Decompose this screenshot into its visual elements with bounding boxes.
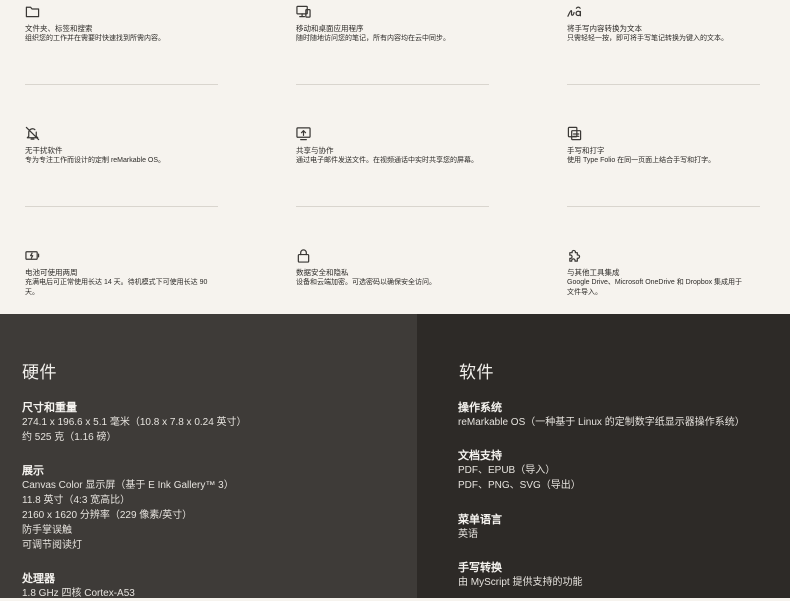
feature-description: 充满电后可正常使用长达 14 天。待机模式下可使用长达 90 (25, 279, 208, 286)
spec-group-title: 尺寸和重量 (22, 402, 77, 414)
feature-title: 手写和打字 (567, 146, 605, 155)
spec-line: reMarkable OS（一种基于 Linux 的定制数字纸显示器操作系统） (458, 417, 745, 428)
spec-group-title: 菜单语言 (458, 514, 502, 526)
feature-description: Google Drive、Microsoft OneDrive 和 Dropbo… (567, 279, 743, 286)
puzzle-icon (567, 248, 583, 264)
spec-group-title: 操作系统 (458, 402, 502, 414)
feature-distraction-free: 无干扰软件 专为专注工作而设计的定制 reMarkable OS。 (25, 126, 245, 166)
spec-line: 2160 x 1620 分辨率（229 像素/英寸） (22, 510, 193, 521)
software-specs-panel: 软件 操作系统 reMarkable OS（一种基于 Linux 的定制数字纸显… (417, 314, 790, 598)
spec-line: PDF、PNG、SVG（导出） (458, 480, 581, 491)
feature-title: 电池可使用两周 (25, 268, 78, 277)
feature-security-privacy: 数据安全和隐私 设备和云端加密。可选密码以确保安全访问。 (296, 248, 516, 288)
divider (567, 206, 760, 207)
feature-description: 天。 (25, 288, 39, 296)
feature-title: 共享与协作 (296, 146, 334, 155)
feature-title: 与其他工具集成 (567, 268, 620, 277)
spec-group-document-support: 文档支持 PDF、EPUB（导入） PDF、PNG、SVG（导出） (458, 449, 581, 493)
spec-group-title: 手写转换 (458, 562, 502, 574)
spec-line: 274.1 x 196.6 x 5.1 毫米（10.8 x 7.8 x 0.24… (22, 417, 247, 428)
type-folio-icon (567, 126, 583, 142)
spec-line: 约 525 克（1.16 磅） (22, 432, 117, 443)
handwriting-convert-icon (567, 4, 583, 20)
feature-description: 使用 Type Folio 在同一页面上结合手写和打字。 (567, 157, 716, 164)
feature-title: 文件夹、标签和搜索 (25, 24, 93, 33)
divider (296, 84, 489, 85)
spec-group-operating-system: 操作系统 reMarkable OS（一种基于 Linux 的定制数字纸显示器操… (458, 401, 745, 430)
software-heading: 软件 (459, 363, 494, 382)
feature-description: 组织您的工作并在需要时快速找到所需内容。 (25, 35, 165, 42)
spec-line: 可调节阅读灯 (22, 540, 82, 551)
feature-title: 无干扰软件 (25, 146, 63, 155)
lock-icon (296, 248, 312, 264)
spec-group-handwriting-conversion: 手写转换 由 MyScript 提供支持的功能 (458, 561, 582, 590)
bell-off-icon (25, 126, 41, 142)
spec-group-menu-language: 菜单语言 英语 (458, 513, 502, 542)
features-section: 文件夹、标签和搜索 组织您的工作并在需要时快速找到所需内容。 移动和桌面应用程序… (0, 0, 790, 314)
feature-share-collaborate: 共享与协作 通过电子邮件发送文件。在视频通话中实时共享您的屏幕。 (296, 126, 516, 166)
feature-description: 设备和云端加密。可选密码以确保安全访问。 (296, 279, 436, 286)
feature-title: 移动和桌面应用程序 (296, 24, 364, 33)
battery-charging-icon (25, 248, 41, 264)
hardware-specs-panel: 硬件 尺寸和重量 274.1 x 196.6 x 5.1 毫米（10.8 x 7… (0, 314, 417, 601)
spec-line: 防手掌误触 (22, 525, 72, 536)
spec-group-title: 处理器 (22, 573, 55, 585)
share-screen-icon (296, 126, 312, 142)
spec-group-display: 展示 Canvas Color 显示屏（基于 E Ink Gallery™ 3）… (22, 464, 234, 553)
feature-title: 数据安全和隐私 (296, 268, 349, 277)
feature-description: 文件导入。 (567, 288, 602, 296)
feature-description: 只需轻轻一按，即可将手写笔记转换为键入的文本。 (567, 35, 728, 42)
feature-write-and-type: 手写和打字 使用 Type Folio 在同一页面上结合手写和打字。 (567, 126, 787, 166)
feature-handwriting-to-text: 将手写内容转换为文本 只需轻轻一按，即可将手写笔记转换为键入的文本。 (567, 4, 787, 44)
monitor-phone-icon (296, 4, 312, 20)
divider (567, 84, 760, 85)
divider (25, 206, 218, 207)
feature-two-week-battery: 电池可使用两周 充满电后可正常使用长达 14 天。待机模式下可使用长达 90 天… (25, 248, 245, 297)
feature-description: 通过电子邮件发送文件。在视频通话中实时共享您的屏幕。 (296, 157, 478, 164)
spec-line: 由 MyScript 提供支持的功能 (458, 577, 583, 588)
feature-mobile-desktop-apps: 移动和桌面应用程序 随时随地访问您的笔记，所有内容均在云中同步。 (296, 4, 516, 44)
spec-line: PDF、EPUB（导入） (458, 465, 556, 476)
spec-group-dimensions: 尺寸和重量 274.1 x 196.6 x 5.1 毫米（10.8 x 7.8 … (22, 401, 247, 445)
folder-icon (25, 4, 41, 20)
spec-line: 1.8 GHz 四核 Cortex-A53 (22, 588, 135, 599)
feature-description: 专为专注工作而设计的定制 reMarkable OS。 (25, 157, 166, 164)
hardware-heading: 硬件 (22, 363, 57, 382)
spec-line: 11.8 英寸（4:3 宽高比） (22, 495, 131, 506)
feature-folders-tags-search: 文件夹、标签和搜索 组织您的工作并在需要时快速找到所需内容。 (25, 4, 245, 44)
spec-group-processor: 处理器 1.8 GHz 四核 Cortex-A53 (22, 572, 135, 601)
divider (25, 84, 218, 85)
spec-group-title: 文档支持 (458, 450, 502, 462)
divider (296, 206, 489, 207)
spec-group-title: 展示 (22, 465, 44, 477)
spec-line: Canvas Color 显示屏（基于 E Ink Gallery™ 3） (22, 480, 234, 491)
feature-integrations: 与其他工具集成 Google Drive、Microsoft OneDrive … (567, 248, 787, 297)
feature-title: 将手写内容转换为文本 (567, 24, 642, 33)
feature-description: 随时随地访问您的笔记，所有内容均在云中同步。 (296, 35, 450, 42)
spec-line: 英语 (458, 529, 478, 540)
